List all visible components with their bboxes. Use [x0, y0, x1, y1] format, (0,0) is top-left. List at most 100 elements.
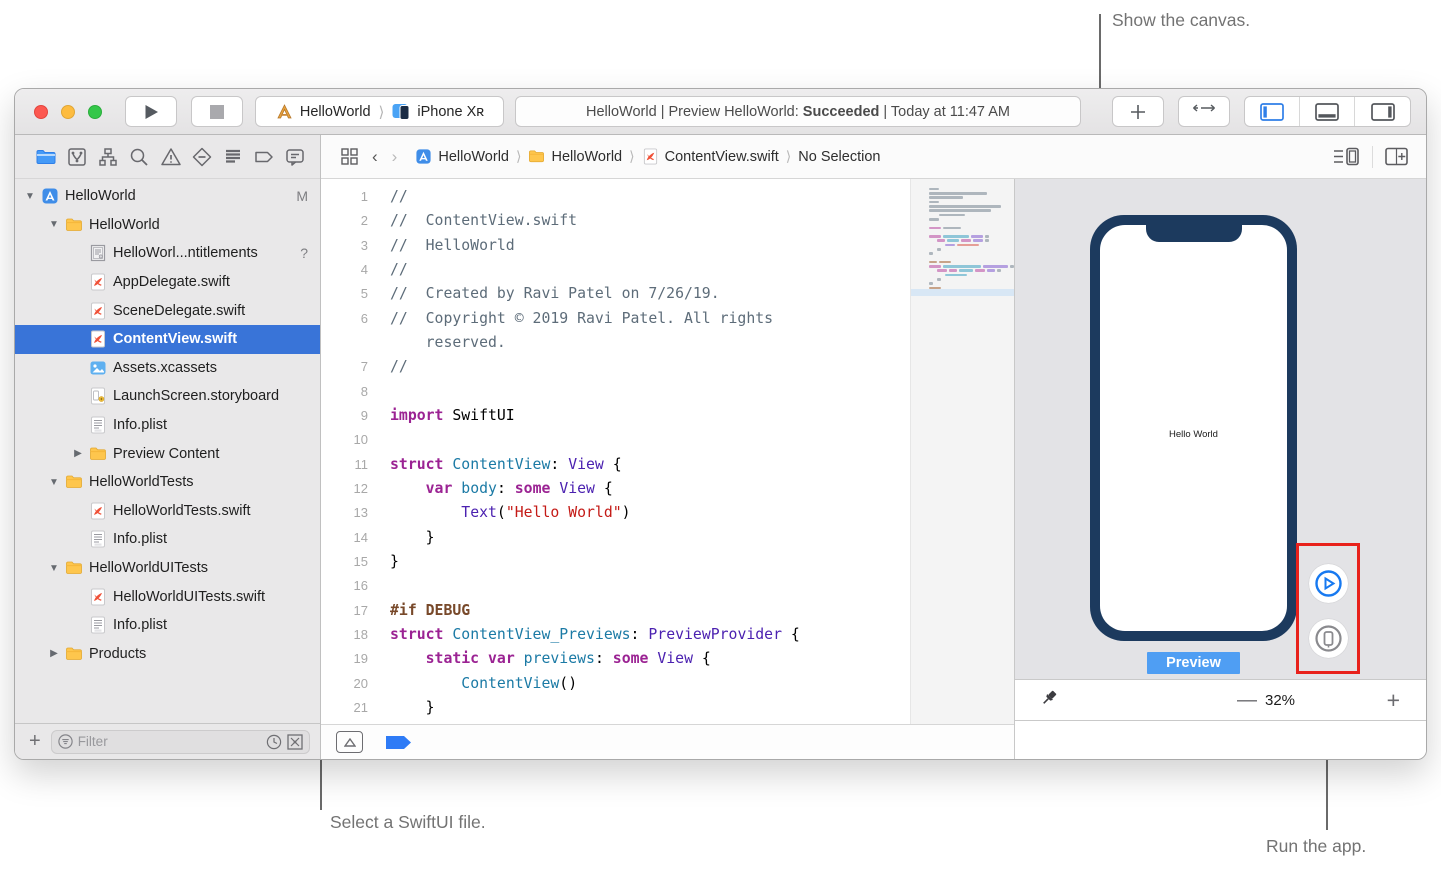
file-tree-row[interactable]: HelloWorldUITests.swift — [15, 582, 320, 611]
zoom-out-button[interactable]: — — [1237, 689, 1257, 712]
breadcrumb-item[interactable]: HelloWorld — [528, 148, 622, 165]
zoom-percentage[interactable]: 32% — [1265, 692, 1295, 709]
line-number[interactable]: 16 — [321, 574, 377, 598]
file-tree-row[interactable]: ContentView.swift — [15, 325, 320, 354]
editor-options-icon[interactable] — [1333, 147, 1360, 166]
file-tree-row[interactable]: Info.plist — [15, 411, 320, 440]
library-button[interactable] — [1112, 96, 1164, 127]
add-editor-icon[interactable] — [1385, 147, 1408, 166]
code-line: 5// Created by Ravi Patel on 7/26/19. — [321, 282, 910, 306]
file-tree-row[interactable]: Info.plist — [15, 611, 320, 640]
file-tree-row[interactable]: ▶Preview Content — [15, 439, 320, 468]
code-text: // ContentView.swift — [377, 209, 577, 233]
line-number[interactable]: 21 — [321, 696, 377, 720]
tab-debug-navigator[interactable] — [220, 144, 246, 170]
line-number[interactable]: 13 — [321, 501, 377, 525]
breadcrumb-label: HelloWorld — [551, 149, 622, 165]
line-number[interactable]: 10 — [321, 428, 377, 452]
iphone-preview-screen: Hello World — [1100, 225, 1287, 631]
line-number[interactable]: 2 — [321, 209, 377, 233]
file-tree-row[interactable]: AppDelegate.swift — [15, 268, 320, 297]
disclosure-triangle-icon[interactable]: ▼ — [47, 477, 61, 488]
disclosure-triangle-icon[interactable]: ▼ — [23, 191, 37, 202]
toggle-navigator-panel-button[interactable] — [1245, 97, 1300, 126]
line-number[interactable]: 18 — [321, 623, 377, 647]
file-tree-row[interactable]: Info.plist — [15, 525, 320, 554]
line-number[interactable]: 19 — [321, 647, 377, 671]
tab-symbol-navigator[interactable] — [95, 144, 121, 170]
line-number[interactable]: 20 — [321, 672, 377, 696]
toggle-inspector-panel-button[interactable] — [1355, 97, 1410, 126]
tab-test-navigator[interactable] — [189, 144, 215, 170]
preview-on-device-button[interactable] — [1309, 619, 1348, 658]
line-number[interactable]: 12 — [321, 477, 377, 501]
live-preview-button[interactable] — [1309, 564, 1348, 603]
file-tree-row[interactable]: ▼HelloWorldUITests — [15, 554, 320, 583]
line-number[interactable]: 14 — [321, 526, 377, 550]
line-number[interactable]: 8 — [321, 380, 377, 404]
code-line: 18struct ContentView_Previews: PreviewPr… — [321, 623, 910, 647]
file-tree-row[interactable]: LaunchScreen.storyboard — [15, 382, 320, 411]
go-back-button[interactable]: ‹ — [372, 147, 378, 167]
disclosure-triangle-icon[interactable]: ▶ — [47, 648, 61, 659]
stop-button[interactable] — [191, 96, 243, 127]
line-number[interactable]: 11 — [321, 453, 377, 477]
breadcrumb-item[interactable]: HelloWorld — [415, 148, 509, 165]
filter-field[interactable]: Filter — [51, 730, 310, 754]
tab-source-control-navigator[interactable] — [64, 144, 90, 170]
tab-issue-navigator[interactable] — [158, 144, 184, 170]
minimap[interactable] — [910, 179, 1014, 724]
source-editor[interactable]: 1//2// ContentView.swift3// HelloWorld4/… — [321, 179, 1015, 759]
toggle-debug-panel-button[interactable] — [1300, 97, 1355, 126]
breakpoint-tag-icon[interactable] — [385, 735, 412, 750]
toggle-debug-area-button[interactable] — [336, 731, 363, 753]
file-tree-row[interactable]: ▶Products — [15, 640, 320, 669]
code-area[interactable]: 1//2// ContentView.swift3// HelloWorld4/… — [321, 179, 1014, 724]
canvas-bottom-strip — [1015, 721, 1426, 759]
file-tree-row[interactable]: HelloWorl...ntitlements? — [15, 239, 320, 268]
tab-find-navigator[interactable] — [126, 144, 152, 170]
tab-breakpoint-navigator[interactable] — [251, 144, 277, 170]
canvas-area[interactable]: Hello World Preview — [1015, 179, 1426, 679]
related-items-icon[interactable] — [341, 148, 358, 165]
disclosure-triangle-icon[interactable]: ▼ — [47, 219, 61, 230]
clock-icon[interactable] — [266, 734, 282, 750]
tab-report-navigator[interactable] — [282, 144, 308, 170]
add-file-button[interactable]: + — [29, 730, 41, 753]
file-tree-row[interactable]: Assets.xcassets — [15, 354, 320, 383]
zoom-in-button[interactable]: + — [1387, 687, 1400, 714]
pin-preview-button[interactable] — [1039, 688, 1059, 713]
tab-project-navigator[interactable] — [33, 144, 59, 170]
code-line: 2// ContentView.swift — [321, 209, 910, 233]
file-tree-row[interactable]: SceneDelegate.swift — [15, 296, 320, 325]
breadcrumb-item[interactable]: ContentView.swift — [642, 148, 779, 165]
file-tree-row[interactable]: HelloWorldTests.swift — [15, 497, 320, 526]
close-window-button[interactable] — [34, 105, 48, 119]
file-tree-row[interactable]: ▼HelloWorldTests — [15, 468, 320, 497]
line-number[interactable]: 15 — [321, 550, 377, 574]
breadcrumb-item[interactable]: No Selection — [798, 149, 880, 165]
line-number[interactable] — [321, 331, 377, 355]
file-tree-row[interactable]: ▼HelloWorld — [15, 211, 320, 240]
disclosure-triangle-icon[interactable]: ▼ — [47, 563, 61, 574]
line-number[interactable]: 9 — [321, 404, 377, 428]
line-number[interactable]: 1 — [321, 185, 377, 209]
scheme-selector[interactable]: HelloWorld ⟩ iPhone Xʀ — [255, 96, 504, 127]
line-number[interactable]: 4 — [321, 258, 377, 282]
source-control-status-filter-icon[interactable] — [287, 734, 303, 750]
line-number[interactable]: 5 — [321, 282, 377, 306]
disclosure-triangle-icon[interactable]: ▶ — [71, 448, 85, 459]
file-tree-label: Info.plist — [113, 417, 167, 433]
file-tree-row[interactable]: ▼HelloWorldM — [15, 182, 320, 211]
line-number[interactable]: 7 — [321, 355, 377, 379]
page: Show the canvas. Select a SwiftUI file. … — [0, 0, 1441, 871]
line-number[interactable]: 17 — [321, 599, 377, 623]
line-number[interactable]: 3 — [321, 234, 377, 258]
preview-badge[interactable]: Preview — [1147, 652, 1240, 674]
code-review-button[interactable] — [1178, 96, 1230, 127]
go-forward-button[interactable]: › — [392, 147, 398, 167]
minimize-window-button[interactable] — [61, 105, 75, 119]
zoom-window-button[interactable] — [88, 105, 102, 119]
run-button[interactable] — [125, 96, 177, 127]
line-number[interactable]: 6 — [321, 307, 377, 331]
